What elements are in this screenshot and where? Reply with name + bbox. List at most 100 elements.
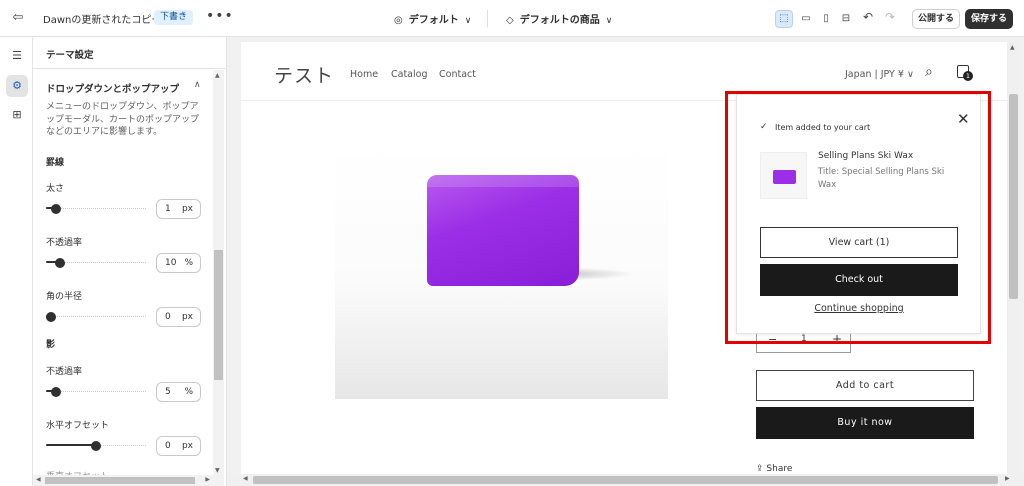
scroll-right-icon[interactable]: ▶ [205, 476, 210, 483]
redo-icon[interactable]: ↷ [885, 10, 895, 24]
theme-select[interactable]: ◎ デフォルト ∨ [394, 11, 471, 26]
sections-icon[interactable]: ☰ [6, 45, 28, 67]
border-opacity-input[interactable]: 10% [156, 253, 201, 273]
exit-icon[interactable]: ⇦ [10, 10, 26, 26]
scroll-left-icon[interactable]: ◀ [243, 475, 248, 482]
setting-label: 不透過率 [46, 238, 83, 248]
preview-scrollbar[interactable]: ▲ [1007, 42, 1020, 474]
divider [487, 10, 488, 27]
product-highlight [427, 175, 579, 187]
input-unit: px [181, 441, 193, 451]
shadow-opacity-input[interactable]: 5% [156, 382, 201, 402]
preview-h-scrollbar[interactable]: ◀ ▶ [227, 474, 1024, 486]
nav-catalog[interactable]: Catalog [391, 69, 427, 80]
input-unit: px [181, 204, 193, 214]
setting-label: 不透過率 [46, 367, 83, 377]
search-icon[interactable]: ⌕ [925, 64, 933, 80]
view-cart-button[interactable]: View cart (1) [760, 227, 958, 258]
nav-home[interactable]: Home [350, 69, 378, 80]
cart-notification-popup: ✓ Item added to your cart ✕ Selling Plan… [736, 94, 981, 334]
editor-topbar: ⇦ Dawnの更新されたコピー 下書き ••• ◎ デフォルト ∨ ◇ デフォルトの商… [0, 0, 1024, 37]
scrollbar-thumb[interactable] [253, 476, 998, 484]
border-heading: 罫線 [46, 158, 65, 168]
shadow-heading: 影 [46, 340, 56, 350]
scroll-left-icon[interactable]: ◀ [36, 476, 41, 483]
setting-label: 角の半径 [46, 292, 83, 302]
chevron-down-icon: ∨ [605, 16, 613, 26]
section-description: メニューのドロップダウン、ポップアップモーダル、カートのポップアップなどのエリア… [46, 102, 200, 137]
save-button[interactable]: 保存する [965, 9, 1013, 29]
scrollbar-thumb[interactable] [45, 477, 195, 484]
cart-message: Item added to your cart [775, 123, 871, 132]
store-logo[interactable]: テスト [274, 61, 334, 88]
template-select[interactable]: ◇ デフォルトの商品 ∨ [506, 11, 612, 26]
scrollbar-thumb[interactable] [1009, 94, 1018, 299]
scroll-up-icon[interactable]: ▲ [1010, 44, 1015, 51]
input-value: 0 [165, 312, 171, 322]
chevron-down-icon: ∨ [464, 16, 472, 26]
close-icon[interactable]: ✕ [957, 112, 970, 127]
minus-icon[interactable]: − [768, 333, 777, 346]
scroll-down-icon[interactable]: ▼ [215, 467, 220, 474]
cart-item-variant: Title: Special Selling Plans Ski Wax [818, 167, 945, 190]
desktop-icon[interactable]: ▭ [797, 10, 815, 28]
scroll-right-icon[interactable]: ▶ [1005, 475, 1010, 482]
scrollbar-thumb[interactable] [214, 250, 223, 380]
continue-shopping-link[interactable]: Continue shopping [760, 303, 958, 314]
cart-item-name: Selling Plans Ski Wax [818, 151, 914, 161]
scroll-up-icon[interactable]: ▲ [215, 72, 220, 79]
input-value: 0 [165, 441, 171, 451]
share-button[interactable]: ⇪ Share [756, 464, 792, 474]
locale-selector[interactable]: Japan | JPY ¥ ∨ [845, 69, 914, 80]
cart-item-thumbnail [760, 152, 807, 199]
shadow-opacity-slider[interactable] [46, 387, 146, 397]
horizontal-offset-slider[interactable] [46, 441, 146, 451]
cart-count-badge: 1 [963, 71, 973, 81]
locale-label: Japan | JPY ¥ [845, 69, 904, 80]
cart-icon[interactable]: 1 [955, 62, 973, 81]
panel-title: テーマ設定 [46, 50, 94, 61]
publish-button[interactable]: 公開する [912, 9, 960, 29]
more-button[interactable]: ••• [206, 8, 234, 24]
globe-icon: ◎ [394, 15, 403, 26]
corner-radius-slider[interactable] [46, 312, 146, 322]
panel-h-scrollbar[interactable]: ◀ ▶ [33, 475, 213, 486]
theme-settings-panel: テーマ設定 ドロップダウンとポップアップ ∧ メニューのドロップダウン、ポップア… [33, 37, 227, 486]
section-title[interactable]: ドロップダウンとポップアップ [46, 81, 179, 95]
input-unit: % [184, 387, 193, 397]
horizontal-offset-input[interactable]: 0 px [156, 436, 201, 456]
buy-now-button[interactable]: Buy it now [756, 407, 974, 439]
mobile-icon[interactable]: ▯ [817, 10, 835, 28]
add-to-cart-button[interactable]: Add to cart [756, 370, 974, 401]
setting-label: 太さ [46, 184, 65, 194]
chevron-up-icon[interactable]: ∧ [194, 80, 201, 90]
setting-label: 水平オフセット [46, 421, 110, 431]
product-image[interactable] [335, 141, 668, 399]
product-wax-bar [427, 175, 579, 286]
share-icon: ⇪ [756, 464, 764, 474]
input-value: 5 [165, 387, 171, 397]
chevron-down-icon: ∨ [906, 69, 914, 80]
apps-icon[interactable]: ⊞ [6, 104, 28, 126]
border-thickness-input[interactable]: 1 px [156, 199, 201, 219]
inspector-icon[interactable]: ⬚ [775, 10, 793, 28]
nav-contact[interactable]: Contact [439, 69, 476, 80]
thumbnail-wax [773, 170, 796, 184]
panel-scrollbar[interactable]: ▲ ▼ [213, 70, 224, 486]
border-opacity-slider[interactable] [46, 258, 146, 268]
corner-radius-input[interactable]: 0 px [156, 307, 201, 327]
plus-icon[interactable]: + [832, 332, 842, 346]
left-rail: ☰ ⚙ ⊞ [0, 37, 33, 486]
status-badge: 下書き [154, 10, 194, 25]
theme-settings-icon[interactable]: ⚙ [6, 75, 28, 97]
quantity-value: 1 [801, 334, 807, 344]
input-unit: px [181, 312, 193, 322]
undo-icon[interactable]: ↶ [863, 10, 873, 24]
checkout-button[interactable]: Check out [760, 264, 958, 296]
preview-canvas: テスト Home Catalog Contact Japan | JPY ¥ ∨… [227, 37, 1024, 486]
share-label: Share [766, 464, 793, 474]
fullscreen-icon[interactable]: ⊟ [837, 10, 855, 28]
theme-select-label: デフォルト [408, 15, 459, 26]
input-value: 10 [165, 258, 177, 268]
border-thickness-slider[interactable] [46, 204, 146, 214]
